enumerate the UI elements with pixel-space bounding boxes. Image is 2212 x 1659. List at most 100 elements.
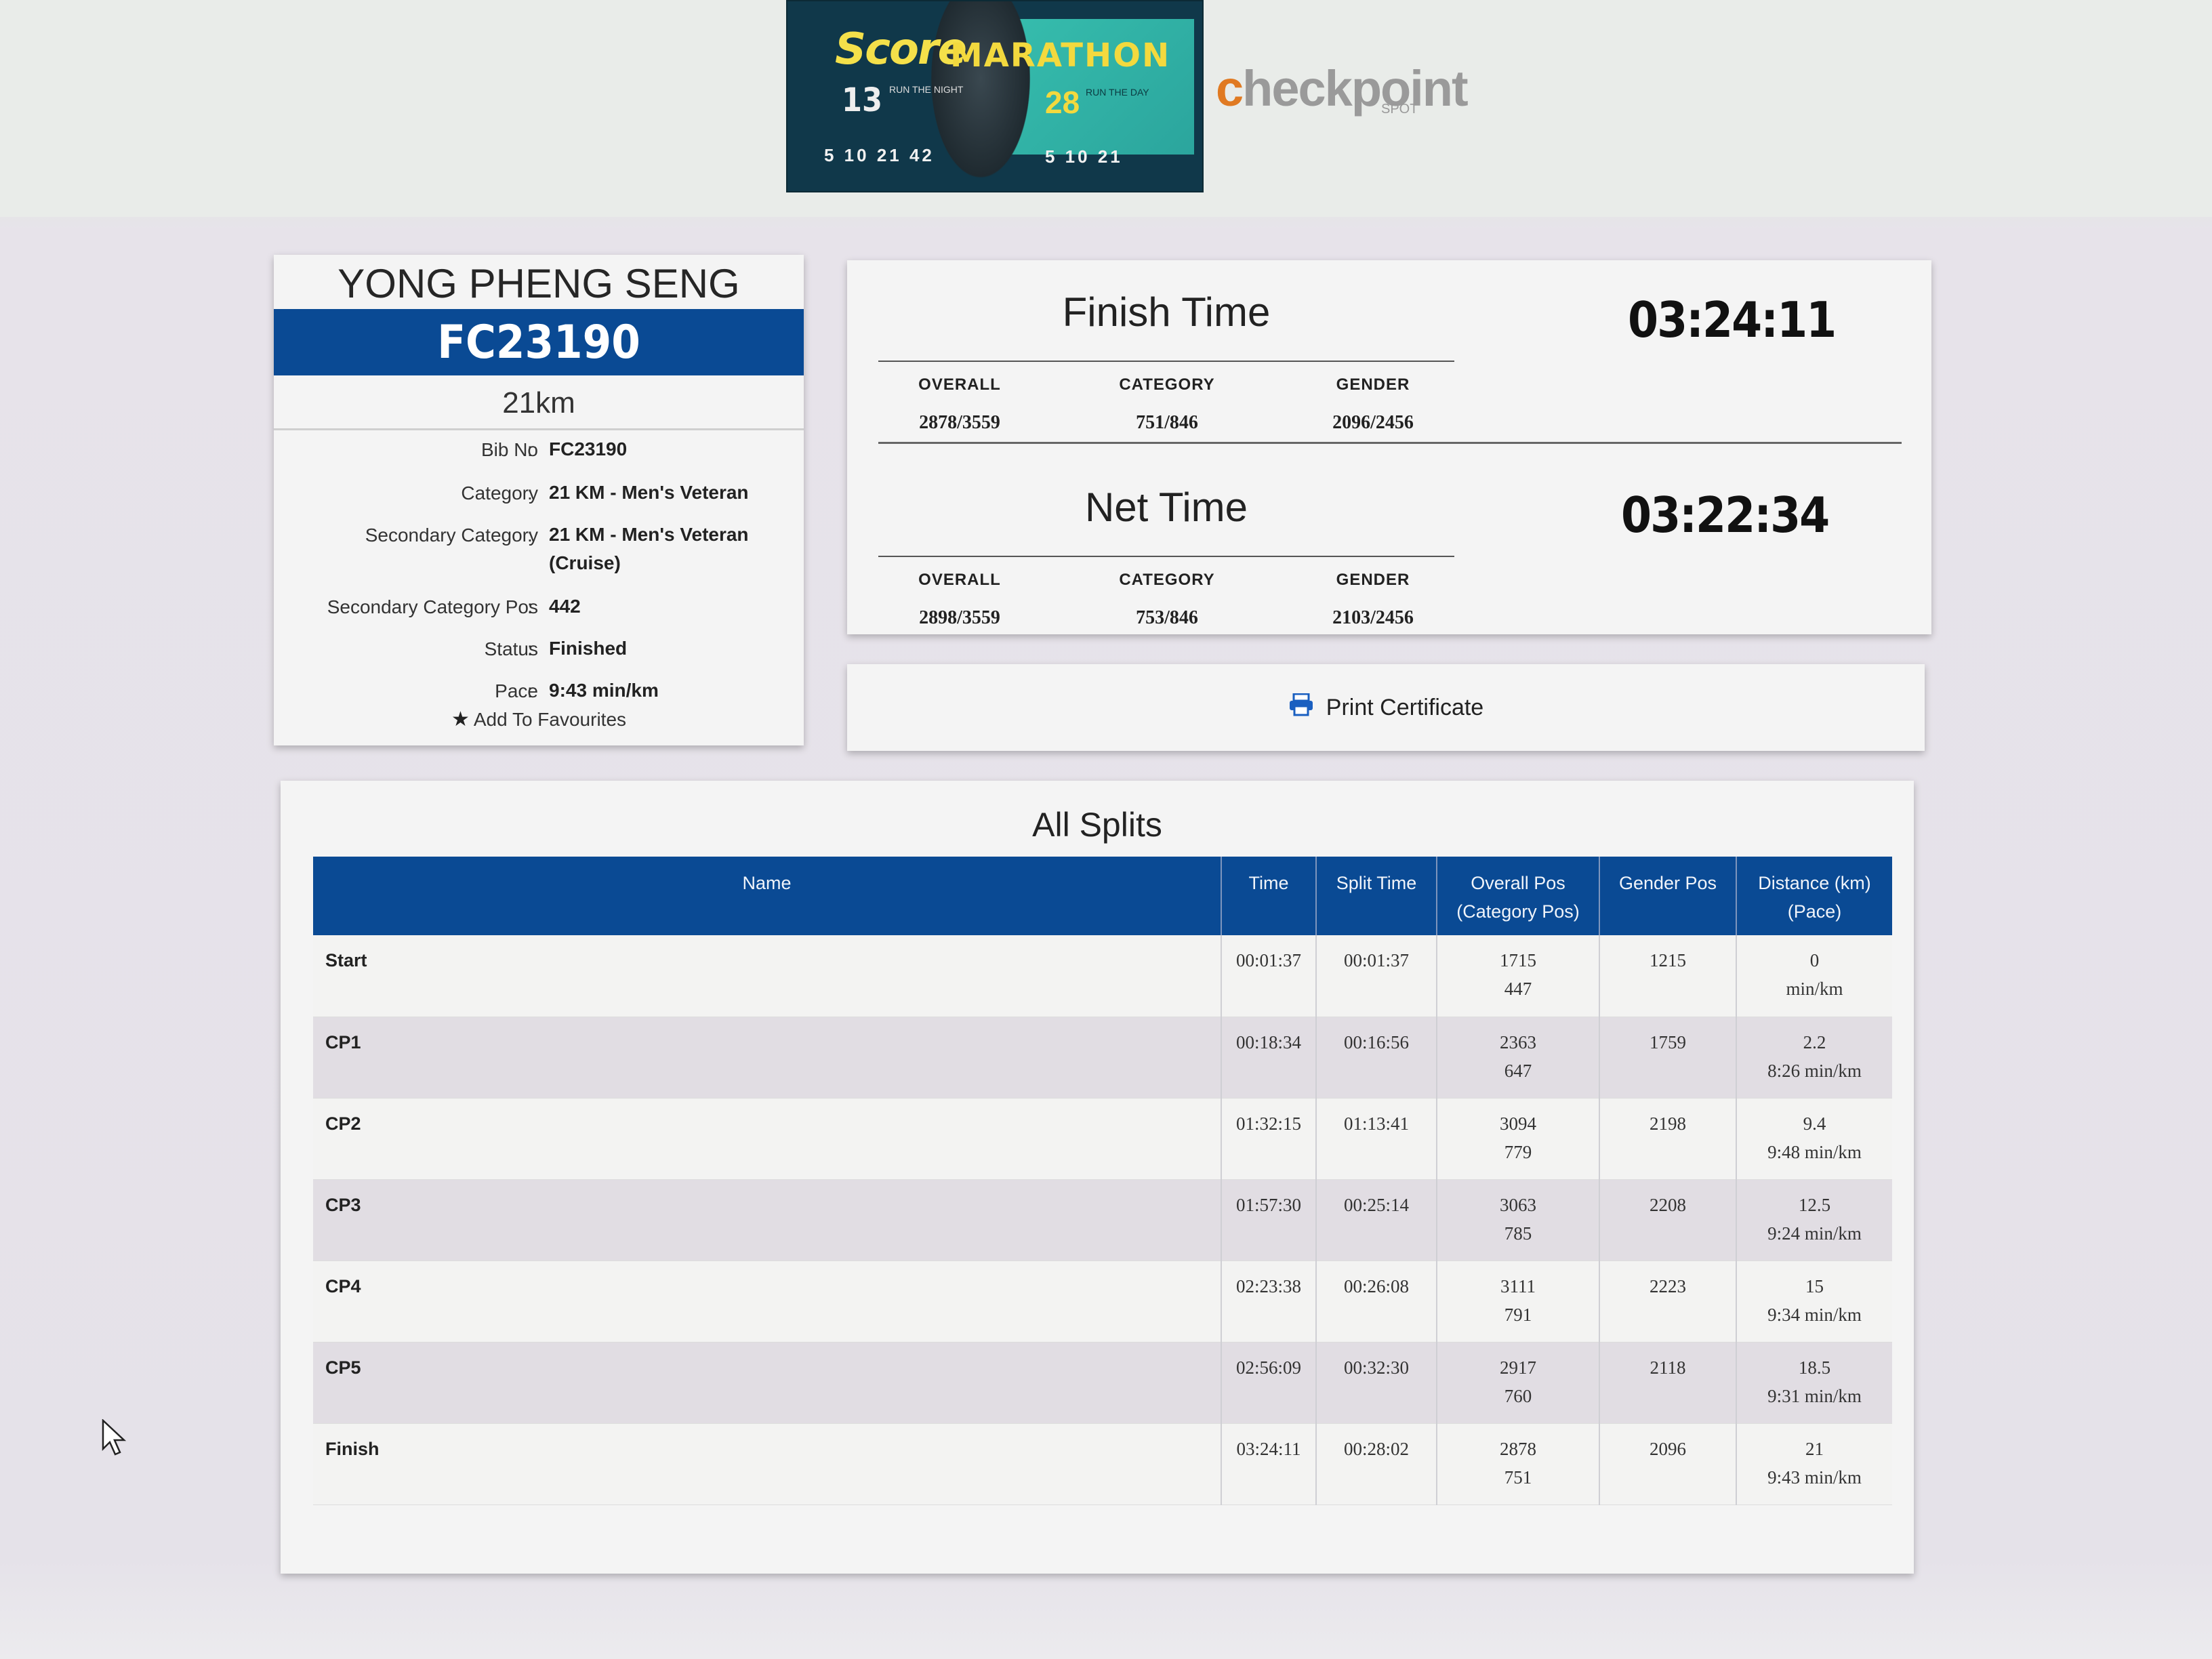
info-colon: : [527,680,533,701]
bib-header: FC23190 [274,309,804,375]
split-name: Finish [313,1423,1222,1505]
print-certificate-button[interactable]: Print Certificate [847,664,1925,751]
split-name: CP4 [313,1261,1222,1343]
category-label: CATEGORY [1119,375,1215,394]
overall-value: 2898/3559 [919,607,1000,628]
info-colon: : [527,596,533,617]
split-overall-pos: 2917 760 [1437,1342,1600,1424]
runner-name: YONG PHENG SENG [337,261,740,306]
table-row: Finish 03:24:11 00:28:02 2878 751 2096 21… [313,1423,1892,1505]
col-pace-label: (Pace) [1787,901,1842,922]
category-pos: 751 [1504,1467,1532,1488]
split-overall-pos: 2363 647 [1437,1017,1600,1099]
divider [878,556,1454,557]
info-value: Finished [549,638,628,659]
split-time: 02:23:38 [1221,1261,1317,1343]
info-colon: : [527,483,533,504]
col-distance[interactable]: Distance (km) (Pace) [1736,857,1892,935]
col-name[interactable]: Name [313,857,1222,935]
gender-label: GENDER [1336,375,1410,394]
category-label: CATEGORY [1119,571,1215,589]
distance: 15 [1805,1275,1824,1296]
splits-title: All Splits [1032,806,1162,844]
split-gender-pos: 2223 [1599,1261,1737,1343]
finish-overall: OVERALL 2878/3559 [878,375,1041,434]
distance: 12.5 [1798,1194,1831,1215]
category-pos: 647 [1504,1060,1532,1081]
split-overall-pos: 3063 785 [1437,1179,1600,1261]
col-overall-pos[interactable]: Overall Pos (Category Pos) [1437,857,1600,935]
category-pos: 447 [1504,979,1532,999]
banner-day1: 13 [842,81,883,119]
split-split-time: 00:32:30 [1316,1342,1437,1424]
table-row: CP2 01:32:15 01:13:41 3094 779 2198 9.4 9:… [313,1098,1892,1180]
col-category-pos-label: (Category Pos) [1456,901,1580,922]
split-gender-pos: 1215 [1599,935,1737,1017]
overall-pos: 2363 [1500,1031,1536,1052]
split-distance: 21 9:43 min/km [1736,1423,1892,1505]
info-label: Secondary Category [365,525,538,546]
split-overall-pos: 3094 779 [1437,1098,1600,1180]
distance: 9.4 [1803,1113,1826,1134]
split-distance: 12.5 9:24 min/km [1736,1179,1892,1261]
overall-value: 2878/3559 [919,412,1000,433]
info-value: 21 KM - Men's Veteran (Cruise) [549,524,749,573]
split-name: Start [313,935,1222,1017]
category-pos: 779 [1504,1141,1532,1162]
split-distance: 2.2 8:26 min/km [1736,1017,1892,1099]
col-time[interactable]: Time [1221,857,1317,935]
split-time: 00:01:37 [1221,935,1317,1017]
banner-day2-text: RUN THE DAY [1086,87,1149,98]
gender-value: 2103/2456 [1332,607,1414,628]
split-time: 01:32:15 [1221,1098,1317,1180]
split-split-time: 00:16:56 [1316,1017,1437,1099]
split-split-time: 00:28:02 [1316,1423,1437,1505]
logo-subtext: SPOT [1381,102,1418,117]
times-card: Finish Time OVERALL 2878/3559 CATEGORY 7… [847,260,1931,634]
category-value: 753/846 [1136,607,1198,628]
print-certificate-label: Print Certificate [1326,695,1484,720]
split-time: 01:57:30 [1221,1179,1317,1261]
mouse-pointer-icon [102,1418,129,1460]
race-distance: 21km [274,375,804,430]
overall-pos: 2917 [1500,1357,1536,1378]
category-pos: 791 [1504,1304,1532,1325]
col-split-time[interactable]: Split Time [1316,857,1437,935]
info-label: Category [461,483,538,504]
pace: 9:31 min/km [1767,1385,1862,1406]
favourites-label: Add To Favourites [473,709,627,730]
info-label: Secondary Category Pos [327,596,538,617]
info-value: 9:43 min/km [549,680,659,701]
finish-gender: GENDER 2096/2456 [1292,375,1454,434]
col-gender-pos[interactable]: Gender Pos [1599,857,1737,935]
col-overall-pos-label: Overall Pos [1471,873,1565,893]
info-value: 21 KM - Men's Veteran [549,482,749,503]
add-to-favourites-link[interactable]: ★ Add To Favourites [274,708,804,731]
table-row: Start 00:01:37 00:01:37 1715 447 1215 0 mi… [313,935,1892,1017]
info-colon: : [527,525,533,546]
divider [878,361,1454,362]
category-value: 751/846 [1136,412,1198,433]
overall-pos: 1715 [1500,950,1536,970]
info-value: 442 [549,596,581,617]
overall-pos: 3111 [1500,1275,1536,1296]
info-value: FC23190 [549,438,628,459]
split-time: 02:56:09 [1221,1342,1317,1424]
splits-header-row: Name Time Split Time Overall Pos (Categor… [313,857,1892,935]
finish-category: CATEGORY 751/846 [1086,375,1248,434]
category-pos: 785 [1504,1223,1532,1244]
net-gender: GENDER 2103/2456 [1292,571,1454,629]
overall-label: OVERALL [918,375,1001,394]
gender-value: 2096/2456 [1332,412,1414,433]
logo-c-letter: c [1216,60,1244,117]
pace: 9:48 min/km [1767,1141,1862,1162]
split-split-time: 01:13:41 [1316,1098,1437,1180]
split-distance: 0 min/km [1736,935,1892,1017]
split-name: CP2 [313,1098,1222,1180]
category-pos: 760 [1504,1385,1532,1406]
banner-distances-1: 5 10 21 42 [824,145,935,165]
table-row: CP5 02:56:09 00:32:30 2917 760 2118 18.5 9… [313,1342,1892,1424]
banner-day1-text: RUN THE NIGHT [889,84,964,95]
split-gender-pos: 2118 [1599,1342,1737,1424]
print-certificate-card: Print Certificate [847,664,1925,751]
